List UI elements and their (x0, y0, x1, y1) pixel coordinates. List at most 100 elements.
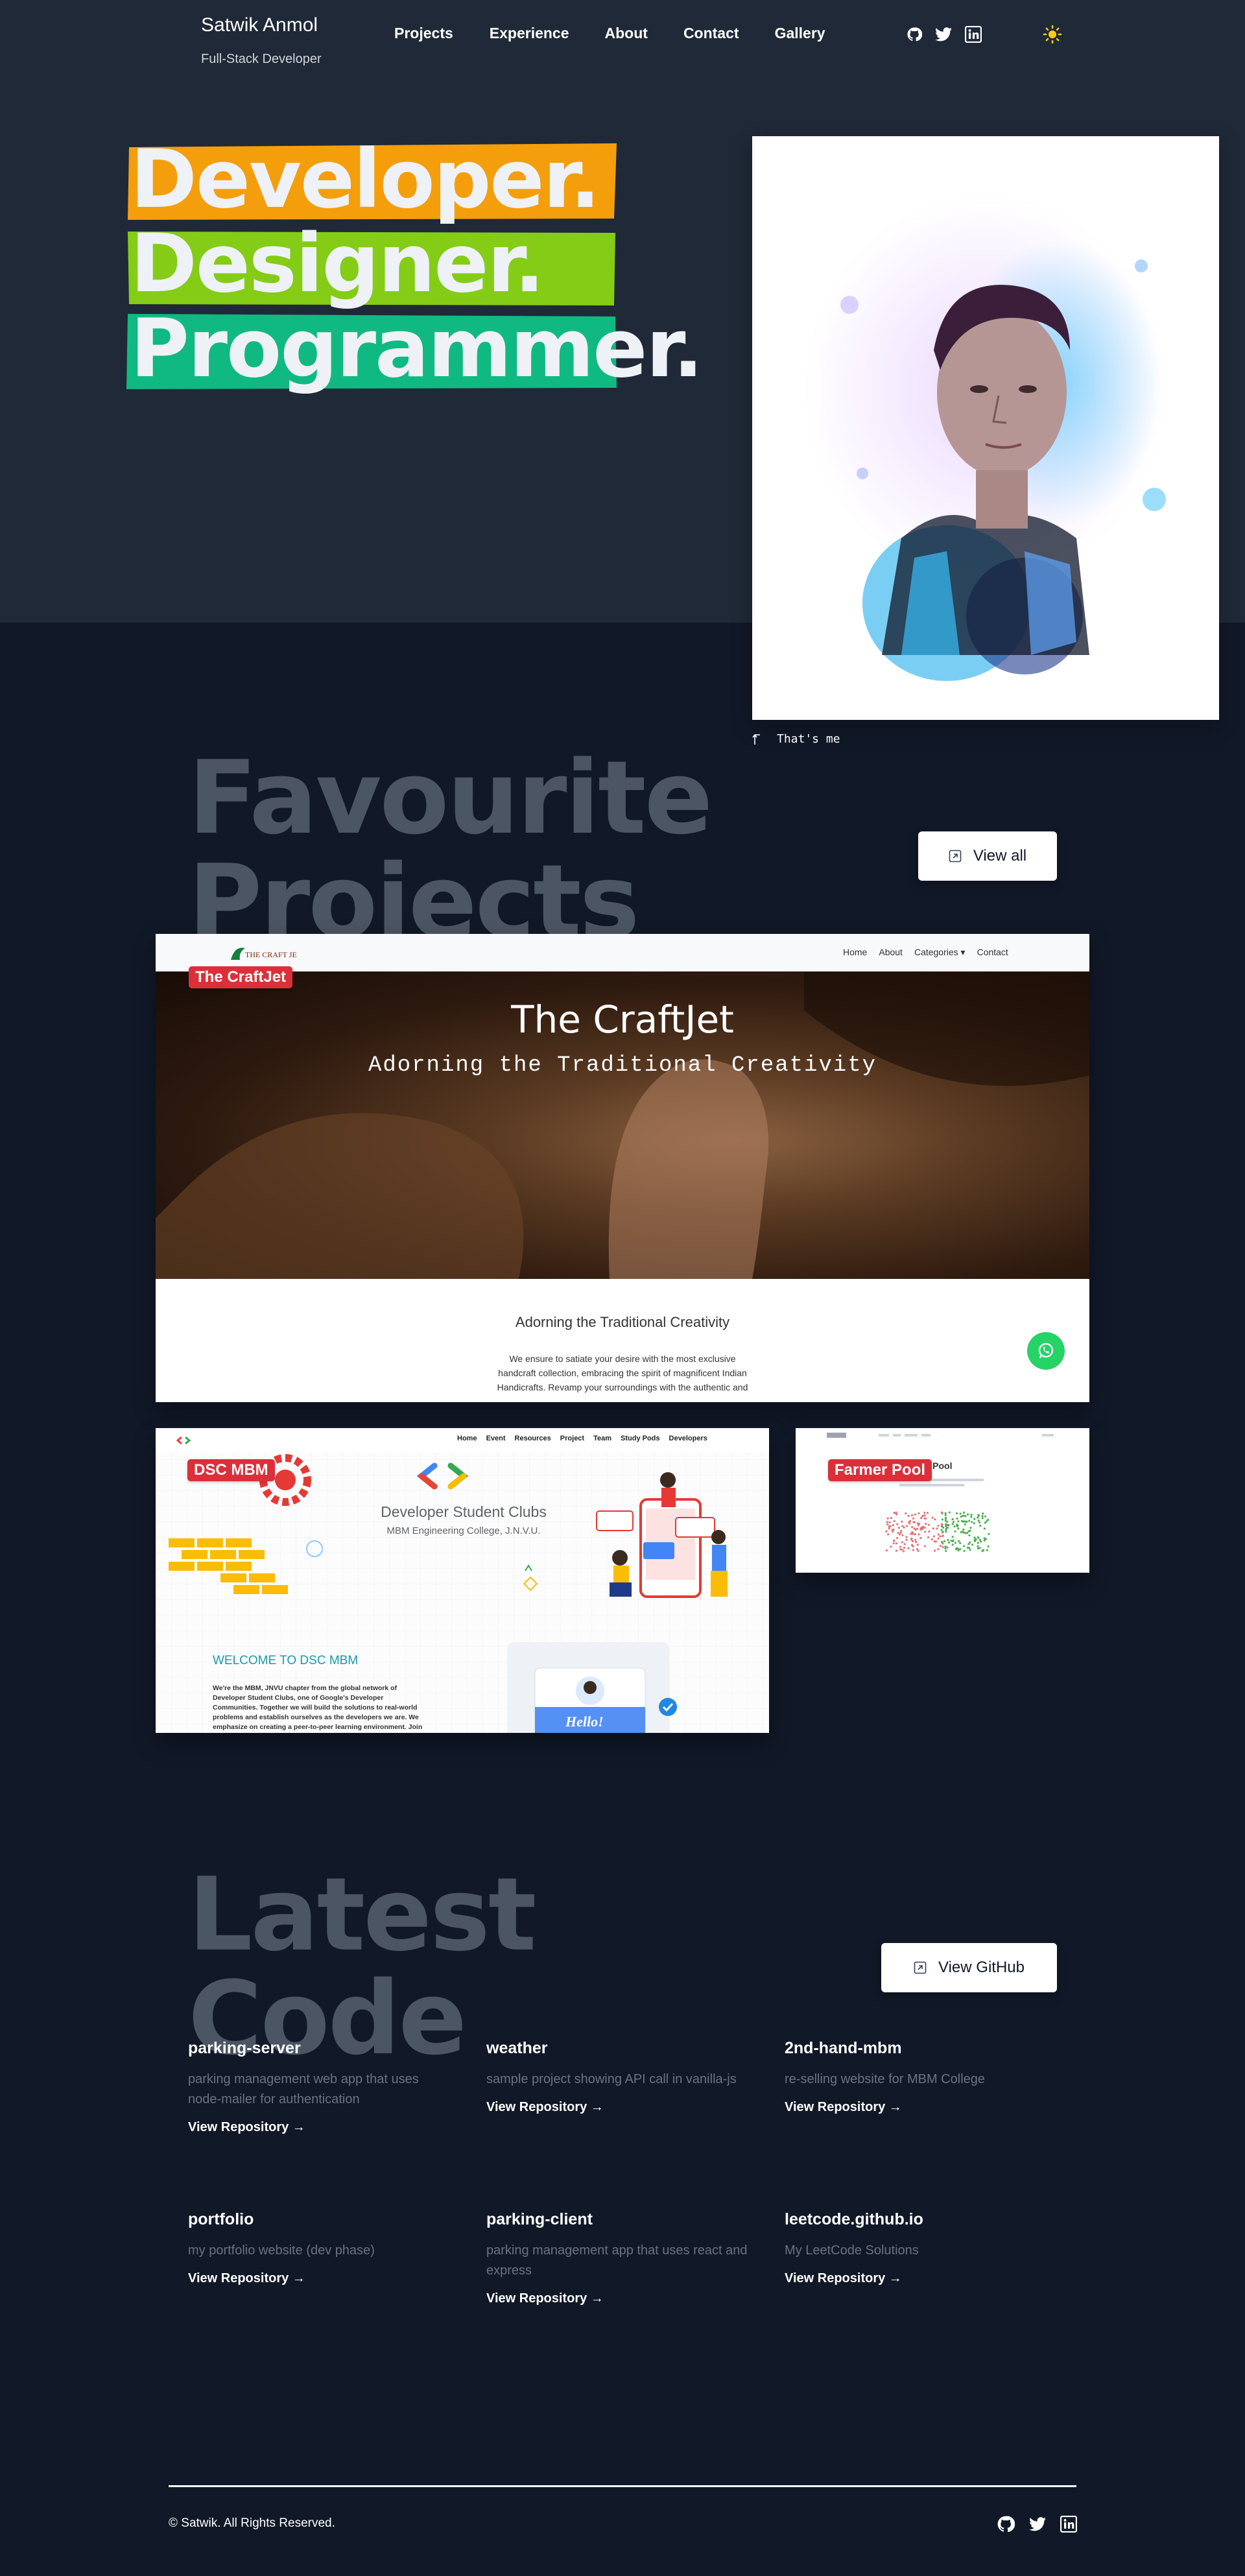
linkedin-icon[interactable] (965, 26, 982, 43)
projects-title-line1: Favourite (188, 739, 713, 857)
thumbnail-dot (977, 1514, 980, 1517)
theme-toggle-button[interactable] (1043, 25, 1062, 47)
thumbnail-dot (977, 1516, 979, 1519)
thumbnail-dot (918, 1533, 920, 1536)
thumbnail-dot (951, 1523, 954, 1525)
craftjet-nav-contact[interactable]: Contact (977, 947, 1008, 958)
thumbnail-dot (901, 1541, 903, 1544)
view-repository-link[interactable]: View Repository → (486, 2291, 759, 2306)
repo-name[interactable]: portfolio (188, 2210, 447, 2229)
portrait-caption: That's me (752, 732, 840, 746)
thumbnail-dot (943, 1540, 946, 1543)
craftjet-nav-links: Home About Categories ▾ Contact (843, 947, 1008, 958)
nav-projects[interactable]: Projects (394, 25, 453, 42)
view-repository-link[interactable]: View Repository → (785, 2100, 1057, 2115)
github-icon[interactable] (997, 2515, 1015, 2533)
thumbnail-dot (986, 1520, 988, 1523)
project-card-craftjet[interactable]: THE CRAFT JET Home About Categories ▾ Co… (156, 934, 1089, 1402)
thumbnail-dot (895, 1511, 897, 1514)
nav-contact[interactable]: Contact (683, 25, 739, 42)
dsc-intro-text: We're the MBM, JNVU chapter from the glo… (213, 1684, 423, 1731)
thumbnail-dot (914, 1529, 917, 1531)
thumbnail-dot (983, 1537, 986, 1540)
thumbnail-dot (911, 1545, 914, 1547)
project-card-farmer-pool[interactable]: er Pool (796, 1428, 1089, 1573)
site-brand-name[interactable]: Satwik Anmol (201, 14, 318, 36)
portrait-image (752, 136, 1219, 720)
repo-name[interactable]: 2nd-hand-mbm (785, 2039, 1057, 2058)
thumbnail-dot (952, 1521, 955, 1523)
thumbnail-dot (959, 1548, 962, 1551)
sun-icon (1043, 25, 1062, 44)
thumbnail-dot (964, 1532, 967, 1534)
thumbnail-dot (934, 1540, 937, 1543)
thumbnail-dot (890, 1545, 892, 1548)
view-github-button[interactable]: View GitHub (881, 1943, 1057, 1992)
thumbnail-dot (893, 1520, 895, 1523)
dsc-nav-resources[interactable]: Resources (515, 1435, 551, 1442)
thumbnail-dot (923, 1545, 927, 1547)
projects-title-line2: Projects (188, 850, 638, 934)
linkedin-icon[interactable] (1060, 2516, 1077, 2533)
repo-name[interactable]: parking-server (188, 2039, 447, 2058)
view-repository-link[interactable]: View Repository → (188, 2120, 447, 2135)
repo-card: weather sample project showing API call … (486, 2039, 759, 2115)
thumbnail-dot (962, 1514, 964, 1517)
thumbnail-dot (912, 1521, 915, 1523)
nav-gallery[interactable]: Gallery (775, 25, 825, 42)
view-all-button[interactable]: View all (918, 831, 1057, 881)
view-repository-link[interactable]: View Repository → (785, 2271, 1057, 2286)
thumbnail-dot (916, 1544, 919, 1546)
view-repository-link[interactable]: View Repository → (188, 2271, 447, 2286)
thumbnail-dot (923, 1531, 927, 1533)
craftjet-nav-home[interactable]: Home (843, 947, 867, 958)
caption-text: That's me (777, 732, 840, 746)
nav-about[interactable]: About (605, 25, 648, 42)
github-icon[interactable] (907, 27, 922, 42)
thumbnail-dot (905, 1538, 908, 1541)
dsc-nav-study-pods[interactable]: Study Pods (621, 1435, 660, 1442)
thumbnail-dot (968, 1534, 971, 1537)
thumbnail-dot (937, 1533, 940, 1536)
thumbnail-dot (966, 1513, 969, 1516)
thumbnail-dot (923, 1511, 926, 1514)
thumbnail-dot (886, 1517, 889, 1520)
thumbnail-dot (920, 1517, 923, 1520)
nav-experience[interactable]: Experience (490, 25, 569, 42)
hero-word-designer: Designer. (126, 224, 615, 305)
craftjet-nav-categories[interactable]: Categories ▾ (914, 947, 966, 958)
thumbnail-dot (973, 1522, 975, 1525)
craftjet-navbar: THE CRAFT JET Home About Categories ▾ Co… (156, 934, 1089, 972)
thumbnail-dot (956, 1523, 958, 1526)
dsc-nav-team[interactable]: Team (593, 1435, 611, 1442)
repo-name[interactable]: weather (486, 2039, 759, 2058)
whatsapp-button[interactable] (1027, 1332, 1065, 1370)
twitter-icon[interactable] (935, 27, 952, 42)
repo-name[interactable]: leetcode.github.io (785, 2210, 1057, 2229)
thumbnail-dot (977, 1536, 979, 1539)
thumbnail-dot (921, 1515, 924, 1518)
thumbnail-dot (957, 1527, 960, 1530)
thumbnail-dot (914, 1538, 917, 1541)
twitter-icon[interactable] (1029, 2517, 1046, 2531)
dsc-nav-event[interactable]: Event (486, 1435, 506, 1442)
dsc-nav-project[interactable]: Project (560, 1435, 584, 1442)
craftjet-nav-about[interactable]: About (879, 947, 903, 958)
thumbnail-dot (932, 1527, 934, 1530)
dsc-nav-developers[interactable]: Developers (669, 1435, 707, 1442)
thumbnail-dot (905, 1536, 908, 1538)
thumbnail-dot (885, 1530, 888, 1532)
view-all-label: View all (973, 847, 1027, 865)
dsc-nav-home[interactable]: Home (457, 1435, 477, 1442)
thumbnail-dot (940, 1523, 943, 1525)
view-repository-link[interactable]: View Repository → (486, 2100, 759, 2115)
repo-name[interactable]: parking-client (486, 2210, 759, 2229)
thumbnail-dot (893, 1512, 895, 1514)
thumbnail-dot (945, 1531, 947, 1533)
thumbnail-dot (987, 1545, 990, 1548)
thumbnail-dot (890, 1517, 892, 1520)
thumbnail-dot (950, 1540, 953, 1542)
thumbnail-dot (946, 1546, 949, 1549)
thumbnail-dot (903, 1526, 905, 1529)
thumbnail-dot (896, 1523, 899, 1525)
